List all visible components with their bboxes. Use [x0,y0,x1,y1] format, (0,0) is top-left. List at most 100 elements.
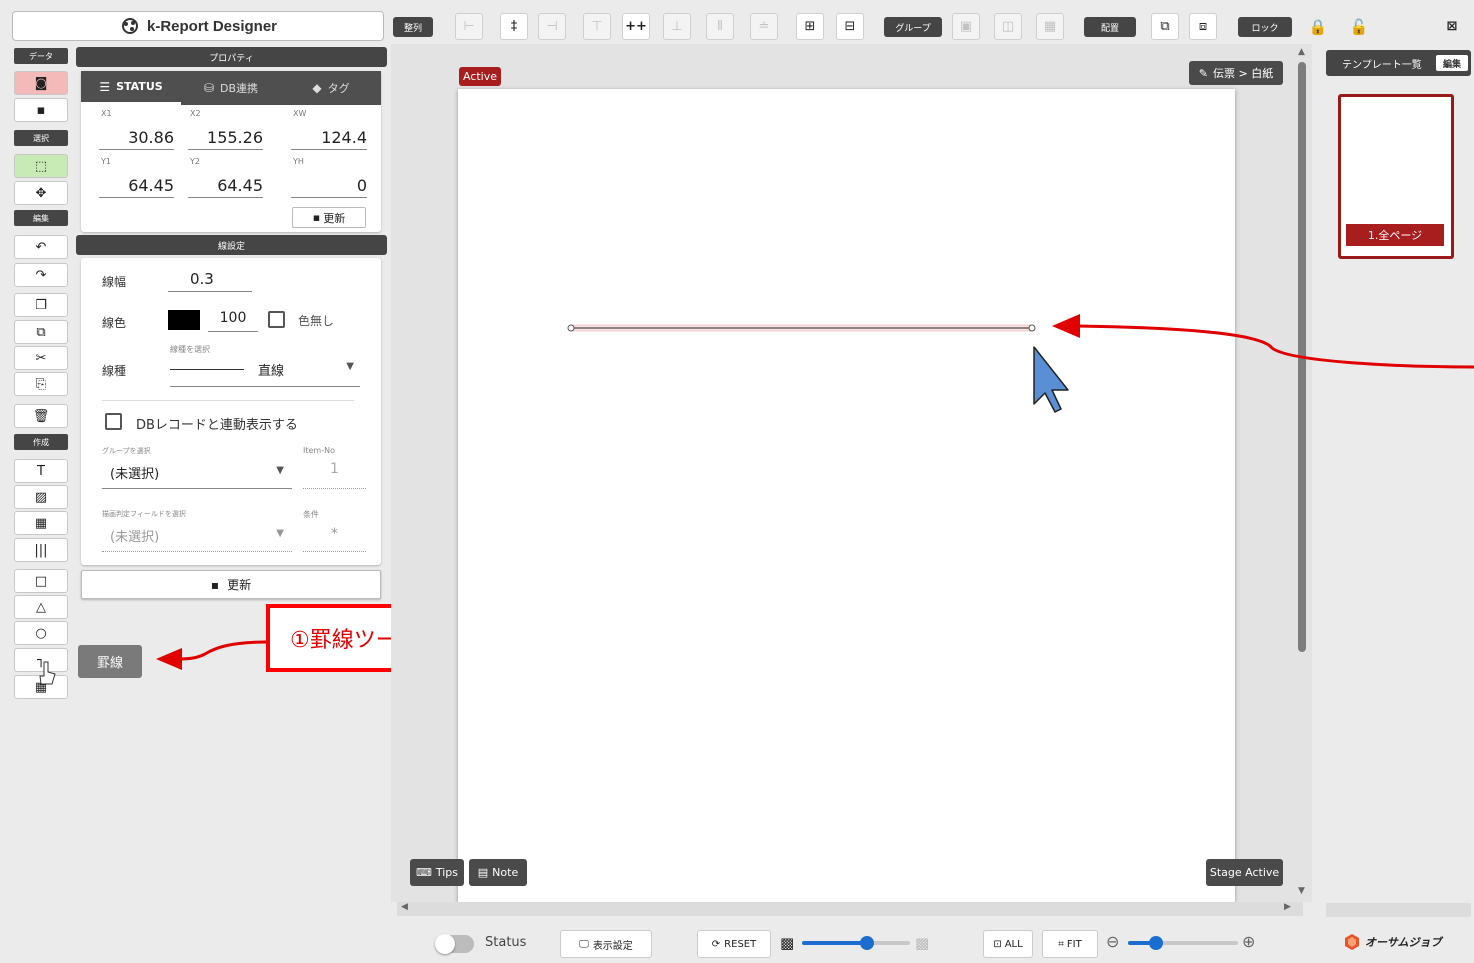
distribute-h-icon[interactable]: ⫴ [706,13,734,40]
tab-db-link[interactable]: ⛁ DB連携 [181,71,281,105]
select-area-icon[interactable]: ⬚ [14,154,68,178]
reset-button[interactable]: ⟳ RESET [697,930,771,958]
status-update-button[interactable]: ▪ 更新 [292,207,366,228]
align-top-icon[interactable]: ⊤ [583,13,611,40]
zoom-in-icon[interactable]: ⊕ [1242,932,1255,951]
line-color-swatch[interactable] [168,310,200,330]
templates-scrollbar[interactable] [1326,903,1471,917]
sliders-icon: ☰ [99,79,111,94]
opacity-slider[interactable] [802,936,910,950]
status-label: Status [485,935,527,950]
redo-icon[interactable]: ↷ [14,263,68,287]
group-icon[interactable]: ▣ [952,13,980,40]
app-title: k-Report Designer [12,11,384,41]
space-v-icon[interactable]: ⊟ [836,13,864,40]
status-toggle-knob [435,934,455,954]
paste-icon[interactable]: ⎘ [14,372,68,396]
condition-hint: 条件 [303,510,319,519]
note-icon: ▤ [477,866,489,879]
line-settings-header: 線設定 [76,235,387,255]
status-toggle[interactable] [435,934,474,954]
templates-edit-button[interactable]: 編集 [1436,55,1468,71]
ungroup-icon[interactable]: ◫ [994,13,1022,40]
edit-section-label: 編集 [14,210,68,226]
data-preview-icon[interactable]: ◙ [14,71,68,95]
duplicate-icon[interactable]: ⧉ [14,320,68,344]
fit-button[interactable]: ⌗ FIT [1042,930,1098,958]
doc-type-button[interactable]: ✎ 伝票 > 白紙 [1189,61,1283,85]
align-right-icon[interactable]: ⊣ [538,13,566,40]
condition-field[interactable]: * [303,520,366,552]
align-left-icon[interactable]: ⊢ [455,13,483,40]
lock-label: ロック [1238,17,1292,37]
send-back-icon[interactable]: ⧈ [1189,13,1217,40]
tab-tags[interactable]: ◆ タグ [281,71,381,105]
line-type-select[interactable]: 直線 ▼ [170,357,360,387]
close-icon[interactable]: ⊠ [1438,13,1466,40]
bring-front-icon[interactable]: ⧉ [1151,13,1179,40]
itemno-field[interactable]: 1 [303,457,366,489]
field-select-value: (未選択) [110,530,160,545]
xw-field[interactable]: 124.4 [291,126,367,150]
undo-icon[interactable]: ↶ [14,235,68,259]
x1-field[interactable]: 30.86 [99,126,174,150]
line-settings-update-button[interactable]: ▪ 更新 [81,570,381,599]
triangle-tool-icon[interactable]: △ [14,595,68,619]
scroll-up-icon[interactable]: ▲ [1298,47,1305,57]
distribute-v-icon[interactable]: ≐ [750,13,778,40]
unlock-icon[interactable]: 🔓 [1345,13,1373,40]
y2-field[interactable]: 64.45 [188,174,263,198]
save-icon: ▪ [210,577,220,592]
table-tool-icon[interactable]: ▦ [14,675,68,699]
line-tool-tooltip: 罫線 [78,645,142,678]
align-bottom-icon[interactable]: ⊥ [663,13,691,40]
group-select[interactable]: (未選択) ▼ [102,457,292,489]
vertical-scrollbar[interactable] [1298,62,1306,652]
brand-logo: オーサムジョブ [1343,933,1442,951]
line-opacity-field[interactable]: 100 [208,308,258,332]
line-width-field[interactable]: 0.3 [168,268,252,292]
save-icon[interactable]: ▪ [14,98,68,122]
annotation-arrow-to-tool [156,640,267,670]
image-tool-icon[interactable]: ▨ [14,485,68,509]
tab-status[interactable]: ☰ STATUS [81,71,181,105]
line-tool-icon[interactable]: ┐ [14,648,68,672]
horizontal-scrollbar[interactable] [397,902,1303,916]
db-link-checkbox[interactable] [105,413,122,430]
align-center-h-icon[interactable]: ‡ [500,13,528,40]
zoom-knob[interactable] [1148,936,1163,950]
tag-icon: ◆ [312,81,322,95]
lock-icon[interactable]: 🔒 [1304,13,1332,40]
opacity-knob[interactable] [859,936,874,950]
space-h-icon[interactable]: ⊞ [796,13,824,40]
note-button[interactable]: ▤ Note [469,859,527,886]
move-icon[interactable]: ✥ [14,181,68,205]
group-select-icon[interactable]: ▦ [1036,13,1064,40]
app-logo-icon [121,18,138,34]
scroll-down-icon[interactable]: ▼ [1298,886,1305,896]
yh-field[interactable]: 0 [291,174,367,198]
tips-button[interactable]: ⌨ Tips [410,859,464,886]
line-width-label: 線幅 [102,275,127,289]
zoom-out-icon[interactable]: ⊖ [1106,932,1119,951]
no-color-checkbox[interactable] [268,311,285,328]
text-tool-icon[interactable]: T [14,459,68,483]
delete-icon[interactable]: 🗑 [14,404,68,428]
view-all-button[interactable]: ⊡ ALL [983,930,1033,958]
align-center-v-icon[interactable]: ++ [622,13,650,40]
report-paper[interactable] [458,89,1235,902]
divider [102,400,354,401]
field-select[interactable]: (未選択) ▼ [102,520,292,552]
copy-icon[interactable]: ❐ [14,293,68,317]
scroll-right-icon[interactable]: ▶ [1284,902,1291,912]
scroll-left-icon[interactable]: ◀ [401,902,408,912]
cut-icon[interactable]: ✂ [14,346,68,370]
qrcode-tool-icon[interactable]: ▦ [14,511,68,535]
ellipse-tool-icon[interactable]: ○ [14,621,68,645]
y1-field[interactable]: 64.45 [99,174,174,198]
barcode-tool-icon[interactable]: ||| [14,538,68,562]
x2-field[interactable]: 155.26 [188,126,263,150]
rectangle-tool-icon[interactable]: □ [14,569,68,593]
zoom-slider[interactable] [1128,936,1238,950]
display-settings-button[interactable]: 🖵 表示設定 [560,930,652,958]
